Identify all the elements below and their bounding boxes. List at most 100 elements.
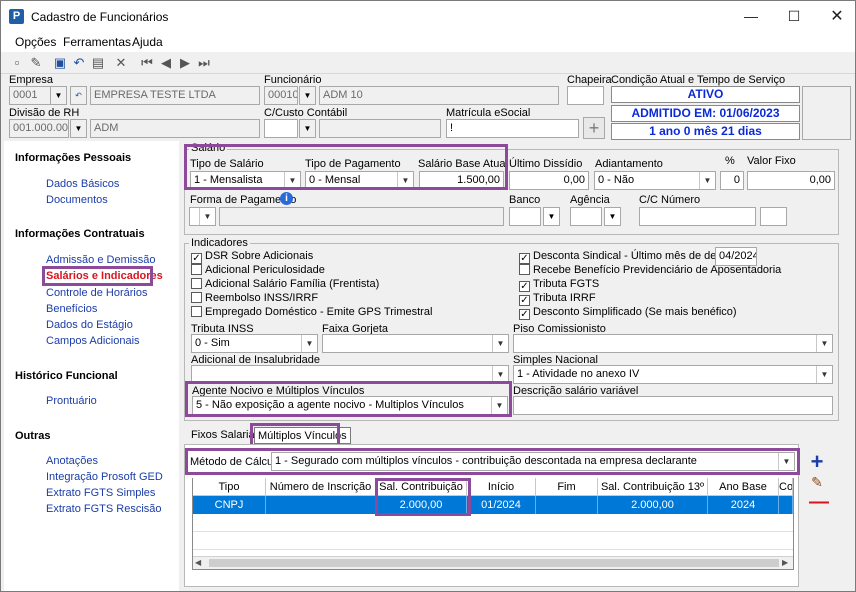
menu-bar: Opções Ferramentas Ajuda <box>1 32 855 52</box>
sidebar-item-fgts-rescisao[interactable]: Extrato FGTS Rescisão <box>46 503 162 515</box>
checkbox-periculosidade[interactable]: Adicional Periculosidade <box>191 264 325 278</box>
checkbox-label: Empregado Doméstico - Emite GPS Trimestr… <box>205 306 433 318</box>
column-header[interactable]: Co <box>779 478 793 496</box>
print-icon[interactable]: ▤ <box>90 55 106 71</box>
funcionario-name-field: ADM 10 <box>319 86 559 105</box>
save-icon[interactable]: ▣ <box>52 55 68 71</box>
next-record-icon[interactable]: ▶ <box>177 55 193 71</box>
close-icon[interactable]: ✕ <box>817 1 856 32</box>
menu-ajuda[interactable]: Ajuda <box>132 35 163 49</box>
banco-field[interactable] <box>509 207 541 226</box>
sidebar-item-campos-adicionais[interactable]: Campos Adicionais <box>46 335 140 347</box>
menu-ferramentas[interactable]: Ferramentas <box>63 35 131 49</box>
valor-fixo-field[interactable]: 0,00 <box>747 171 835 190</box>
checkbox-salario-familia[interactable]: Adicional Salário Família (Frentista) <box>191 278 379 292</box>
table-cell[interactable] <box>779 496 793 514</box>
column-header[interactable]: Fim <box>536 478 598 496</box>
table-cell[interactable]: 2.000,00 <box>598 496 708 514</box>
sidebar-item-dados-basicos[interactable]: Dados Básicos <box>46 178 119 190</box>
chevron-down-icon[interactable]: ▼ <box>50 86 67 105</box>
adiantamento-select[interactable]: 0 - Não ▼ <box>594 171 716 190</box>
checkbox-desconto-simplificado[interactable]: ✓ Desconto Simplificado (Se mais benéfico… <box>519 306 737 320</box>
chevron-down-icon[interactable]: ▼ <box>604 207 621 226</box>
checkbox-reembolso[interactable]: Reembolso INSS/IRRF <box>191 292 318 306</box>
delete-icon[interactable]: ✕ <box>113 55 129 71</box>
maximize-icon[interactable]: ☐ <box>774 1 814 32</box>
window: P Cadastro de Funcionários — ☐ ✕ Opções … <box>0 0 856 592</box>
column-header[interactable]: Ano Base <box>708 478 779 496</box>
table-cell[interactable]: 01/2024 <box>467 496 536 514</box>
sidebar-item-admissao[interactable]: Admissão e Demissão <box>46 254 155 266</box>
chevron-down-icon[interactable]: ▼ <box>70 119 87 138</box>
valor-fixo-label: Valor Fixo <box>747 155 796 167</box>
horizontal-scrollbar[interactable]: ◀ ▶ <box>193 556 793 569</box>
chapeira-field[interactable] <box>567 86 604 105</box>
checkbox-aposentadoria[interactable]: Recebe Benefício Previdenciário de Apose… <box>519 264 781 278</box>
column-header[interactable]: Tipo <box>193 478 266 496</box>
sidebar-item-beneficios[interactable]: Benefícios <box>46 303 97 315</box>
checkbox-box <box>191 278 202 289</box>
last-record-icon[interactable]: ⏭ <box>196 55 212 71</box>
chevron-down-icon[interactable]: ▼ <box>299 119 316 138</box>
photo-box[interactable] <box>802 86 851 140</box>
cc-digito-field[interactable] <box>760 207 787 226</box>
scroll-right-icon[interactable]: ▶ <box>782 557 788 569</box>
chevron-down-icon[interactable]: ▼ <box>299 86 316 105</box>
sidebar-item-ged[interactable]: Integração Prosoft GED <box>46 471 163 483</box>
sidebar-item-estagio[interactable]: Dados do Estágio <box>46 319 133 331</box>
table-cell[interactable]: CNPJ <box>193 496 266 514</box>
table-cell[interactable]: 2024 <box>708 496 779 514</box>
condicao-label: Condição Atual e Tempo de Serviço <box>611 74 786 86</box>
descricao-field[interactable] <box>513 396 833 415</box>
column-header[interactable]: Início <box>467 478 536 496</box>
tributa-inss-select[interactable]: 0 - Sim ▼ <box>191 334 318 353</box>
scrollbar-thumb[interactable] <box>209 559 779 567</box>
sidebar-item-prontuario[interactable]: Prontuário <box>46 395 97 407</box>
previous-record-icon[interactable]: ◀ <box>158 55 174 71</box>
checkbox-label: Tributa FGTS <box>533 278 600 290</box>
checkbox-irrf[interactable]: ✓ Tributa IRRF <box>519 292 596 306</box>
sidebar-item-documentos[interactable]: Documentos <box>46 194 108 206</box>
agencia-field[interactable] <box>570 207 602 226</box>
ccusto-field[interactable] <box>264 119 298 138</box>
funcionario-code-field[interactable]: 00010 <box>264 86 298 105</box>
new-record-icon[interactable]: ▫ <box>9 55 25 71</box>
undo-icon[interactable]: ↶ <box>71 55 87 71</box>
first-record-icon[interactable]: ⏮ <box>139 55 155 71</box>
remove-row-icon[interactable]: — <box>809 492 829 512</box>
edit-row-icon[interactable]: ✎ <box>809 474 825 490</box>
add-row-icon[interactable]: + <box>809 451 825 473</box>
checkbox-fgts[interactable]: ✓ Tributa FGTS <box>519 278 599 292</box>
column-header[interactable]: Número de Inscrição <box>266 478 376 496</box>
divisao-code-field[interactable]: 001.000.000 <box>9 119 69 138</box>
add-matricula-icon[interactable]: + <box>583 117 605 139</box>
info-icon[interactable]: i <box>280 192 293 205</box>
checkbox-dsr[interactable]: ✓ DSR Sobre Adicionais <box>191 250 313 264</box>
column-header[interactable]: Sal. Contribuição 13º <box>598 478 708 496</box>
table-cell[interactable] <box>536 496 598 514</box>
cc-numero-field[interactable] <box>639 207 756 226</box>
scroll-left-icon[interactable]: ◀ <box>195 557 201 569</box>
forma-pagamento-select[interactable]: ▼ <box>189 207 216 226</box>
piso-select[interactable]: ▼ <box>513 334 833 353</box>
section-title: Informações Contratuais <box>15 228 145 240</box>
ultimo-dissidio-field[interactable]: 0,00 <box>509 171 589 190</box>
minimize-icon[interactable]: — <box>731 1 771 32</box>
percent-field[interactable]: 0 <box>720 171 744 190</box>
faixa-gorjeta-select[interactable]: ▼ <box>322 334 509 353</box>
empresa-name-field: EMPRESA TESTE LTDA <box>90 86 260 105</box>
sidebar-item-anotacoes[interactable]: Anotações <box>46 455 98 467</box>
matricula-field[interactable]: ! <box>446 119 579 138</box>
agencia-label: Agência <box>570 194 610 206</box>
table-cell[interactable] <box>266 496 376 514</box>
highlight-box <box>185 448 800 475</box>
edit-icon[interactable]: ✎ <box>28 55 44 71</box>
chevron-down-icon[interactable]: ▼ <box>543 207 560 226</box>
sidebar-item-horarios[interactable]: Controle de Horários <box>46 287 148 299</box>
checkbox-domestico[interactable]: Empregado Doméstico - Emite GPS Trimestr… <box>191 306 432 320</box>
menu-opcoes[interactable]: Opções <box>15 35 56 49</box>
forma-pagamento-desc-field <box>219 207 504 226</box>
simples-select[interactable]: 1 - Atividade no anexo IV ▼ <box>513 365 833 384</box>
refresh-icon[interactable]: ↶ <box>70 86 87 105</box>
sidebar-item-fgts-simples[interactable]: Extrato FGTS Simples <box>46 487 155 499</box>
